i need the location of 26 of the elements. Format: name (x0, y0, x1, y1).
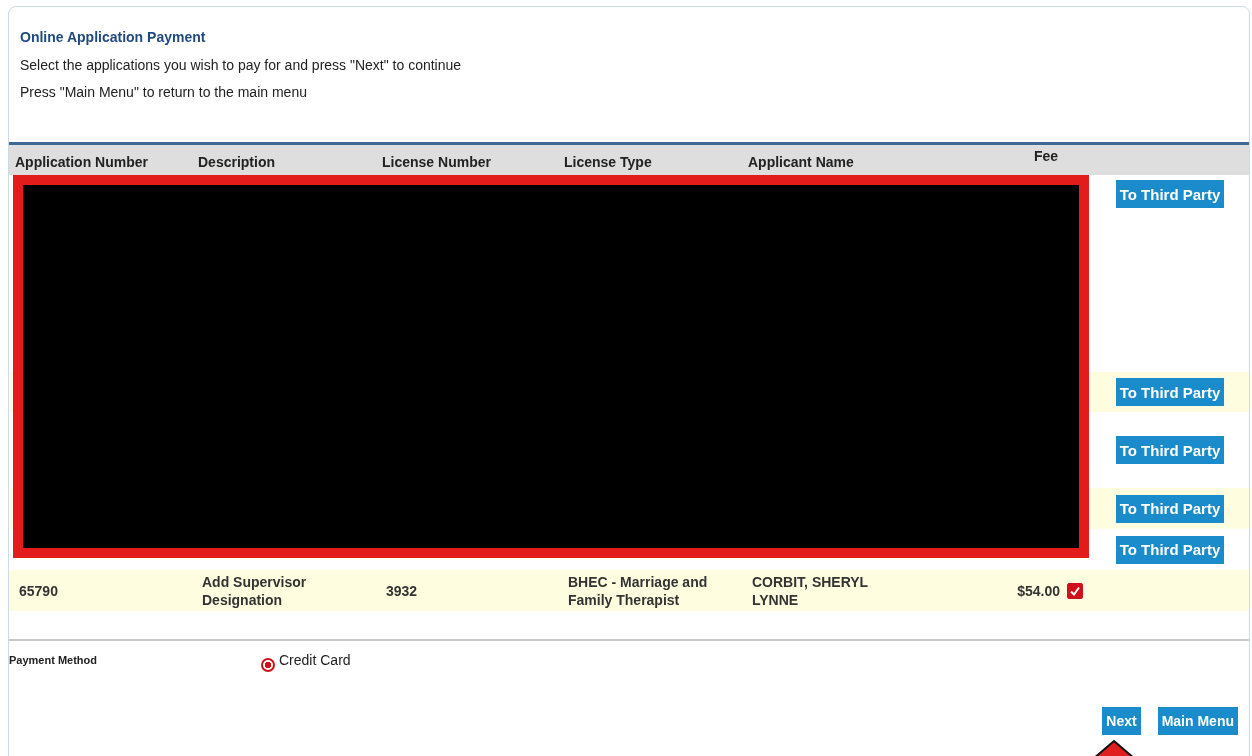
table-cell-text: 3932 (385, 581, 419, 600)
payment-method-label: Payment Method (9, 653, 98, 668)
radio-button[interactable] (261, 658, 275, 672)
column-header: Application Number (14, 153, 149, 170)
table-cell-text: CORBIT, SHERYL LYNNE (751, 572, 869, 609)
column-header: License Type (563, 153, 653, 170)
third-party-button[interactable]: To Third Party (1115, 436, 1225, 464)
column-header: Fee (1032, 148, 1059, 164)
instruction-text: Select the applications you wish to pay for and press "Next" to continue (20, 57, 463, 73)
third-party-button[interactable]: To Third Party (1115, 535, 1225, 564)
table-cell-text: Add Supervisor Designation (201, 572, 308, 609)
table-cell-text: BHEC - Marriage and Family Therapist (567, 572, 709, 609)
next-button[interactable]: Next (1102, 707, 1141, 735)
page-title: Online Application Payment (20, 29, 207, 45)
column-header: Applicant Name (747, 153, 855, 170)
third-party-button[interactable]: To Third Party (1115, 180, 1225, 208)
main-menu-button[interactable]: Main Menu (1157, 707, 1238, 735)
column-header: Description (197, 153, 276, 170)
checkbox[interactable] (1067, 582, 1083, 599)
instruction-text: Press "Main Menu" to return to the main menu (20, 84, 308, 100)
radio-label: Credit Card (279, 652, 351, 668)
fee-amount: $54.00 (1017, 581, 1060, 600)
third-party-button[interactable]: To Third Party (1115, 494, 1225, 523)
third-party-button[interactable]: To Third Party (1115, 378, 1225, 406)
table-cell-text: 65790 (18, 581, 59, 600)
column-header: License Number (381, 153, 492, 170)
